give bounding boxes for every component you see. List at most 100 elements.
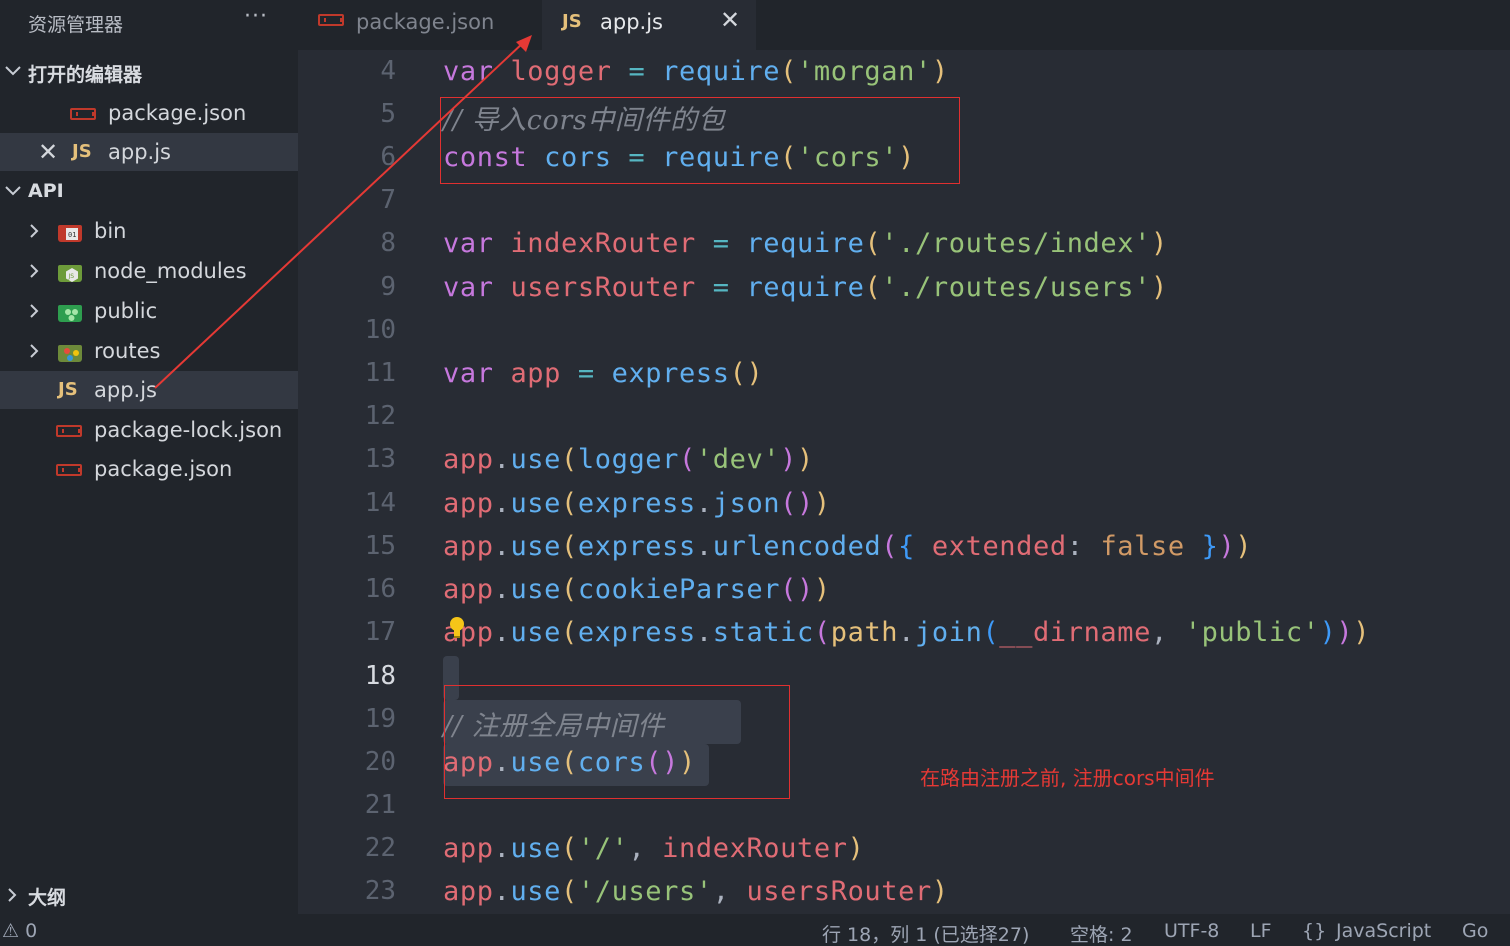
code-line: app.use('/', indexRouter) — [443, 833, 865, 864]
js-icon: JS — [58, 379, 78, 400]
line-number: 11 — [364, 358, 396, 388]
open-editor-label: app.js — [108, 140, 171, 164]
line-number: 23 — [364, 876, 396, 906]
close-icon[interactable]: ✕ — [720, 6, 740, 34]
line-number: 15 — [364, 531, 396, 561]
open-editor-item[interactable]: package.json — [0, 94, 298, 132]
chevron-right-icon — [8, 888, 17, 902]
tree-item-label: routes — [94, 339, 161, 363]
close-icon[interactable]: ✕ — [38, 138, 58, 166]
lightbulb-icon[interactable] — [448, 616, 466, 640]
code-line: var usersRouter = require('./routes/user… — [443, 272, 1168, 303]
tab-label: package.json — [356, 10, 495, 34]
bin-folder-icon: 01 — [58, 225, 82, 242]
tab-bar: package.json JS app.js ✕ — [298, 0, 1510, 50]
line-ending[interactable]: LF — [1250, 920, 1272, 942]
outline-label: 大纲 — [28, 887, 67, 909]
annotation-note: 在路由注册之前, 注册cors中间件 — [920, 766, 1215, 790]
code-line: app.use(logger('dev')) — [443, 444, 814, 475]
line-number: 6 — [380, 142, 396, 172]
code-line: app.use(cookieParser()) — [443, 574, 831, 605]
tree-item-routes[interactable]: routes — [0, 332, 298, 370]
json-icon — [318, 14, 344, 26]
status-bar: ⚠ 0 行 18，列 1 (已选择27) 空格: 2 UTF-8 LF {} J… — [0, 914, 1510, 946]
code-line: var indexRouter = require('./routes/inde… — [443, 228, 1168, 259]
line-number: 4 — [380, 56, 396, 86]
routes-folder-icon — [58, 345, 82, 362]
line-number: 22 — [364, 833, 396, 863]
extra-status[interactable]: Go — [1462, 920, 1488, 942]
chevron-down-icon — [5, 66, 21, 76]
line-number: 5 — [380, 99, 396, 129]
line-number: 9 — [380, 272, 396, 302]
explorer-sidebar: 资源管理器 ··· 打开的编辑器 package.json ✕ JS app.j… — [0, 0, 298, 914]
tab-label: app.js — [600, 10, 663, 34]
explorer-title: 资源管理器 — [28, 14, 124, 36]
line-number: 14 — [364, 488, 396, 518]
open-editor-label: package.json — [108, 101, 247, 125]
encoding[interactable]: UTF-8 — [1164, 920, 1219, 942]
public-folder-icon — [58, 305, 82, 322]
tree-item-label: bin — [94, 219, 127, 243]
line-number: 20 — [364, 747, 396, 777]
open-editors-section[interactable]: 打开的编辑器 — [0, 54, 298, 90]
chevron-right-icon — [30, 344, 39, 358]
problems-indicator[interactable]: ⚠ 0 — [2, 920, 37, 942]
tree-item-package-json[interactable]: package.json — [0, 450, 298, 488]
tree-item-label: app.js — [94, 378, 157, 402]
more-actions-icon[interactable]: ··· — [244, 4, 268, 29]
open-editor-item[interactable]: ✕ JS app.js — [0, 133, 298, 171]
tree-item-label: package-lock.json — [94, 418, 283, 442]
line-number-current: 18 — [364, 661, 396, 691]
tree-item-node-modules[interactable]: JS node_modules — [0, 252, 298, 290]
chevron-right-icon — [30, 224, 39, 238]
line-number: 10 — [364, 315, 396, 345]
code-line: var logger = require('morgan') — [443, 56, 949, 87]
cursor-position[interactable]: 行 18，列 1 (已选择27) — [822, 920, 1029, 946]
tree-item-label: package.json — [94, 457, 233, 481]
line-number: 21 — [364, 790, 396, 820]
line-number: 17 — [364, 617, 396, 647]
line-number: 12 — [364, 401, 396, 431]
explorer-header: 资源管理器 ··· — [0, 0, 298, 50]
json-icon — [56, 425, 82, 437]
chevron-right-icon — [30, 304, 39, 318]
code-line: app.use(express.urlencoded({ extended: f… — [443, 531, 1253, 562]
line-number: 19 — [364, 704, 396, 734]
indentation[interactable]: 空格: 2 — [1070, 920, 1133, 946]
project-label: API — [28, 180, 64, 202]
open-editors-label: 打开的编辑器 — [28, 64, 143, 86]
js-icon: JS — [72, 141, 92, 162]
annotation-box — [444, 685, 790, 799]
tree-item-bin[interactable]: 01 bin — [0, 212, 298, 250]
tree-item-label: public — [94, 299, 158, 323]
braces-icon: {} — [1302, 920, 1327, 942]
svg-text:01: 01 — [68, 231, 76, 239]
code-line: app.use(express.json()) — [443, 488, 831, 519]
js-icon: JS — [562, 11, 582, 32]
line-number: 13 — [364, 444, 396, 474]
line-number: 7 — [380, 185, 396, 215]
svg-text:JS: JS — [68, 273, 75, 280]
project-section[interactable]: API — [0, 174, 298, 210]
tree-item-app-js[interactable]: JS app.js — [0, 371, 298, 409]
code-editor[interactable]: 4 5 6 7 8 9 10 11 12 13 14 15 16 17 18 1… — [298, 50, 1510, 914]
line-number: 8 — [380, 228, 396, 258]
tab-app-js[interactable]: JS app.js ✕ — [542, 0, 756, 50]
chevron-right-icon — [30, 264, 39, 278]
json-icon — [70, 108, 96, 120]
outline-section[interactable]: 大纲 — [0, 878, 298, 914]
code-line: app.use(express.static(path.join(__dirna… — [443, 617, 1371, 648]
tab-package-json[interactable]: package.json — [298, 0, 542, 50]
language-mode[interactable]: JavaScript — [1336, 920, 1431, 942]
code-line: app.use('/users', usersRouter) — [443, 876, 949, 907]
line-number: 16 — [364, 574, 396, 604]
chevron-down-icon — [5, 186, 21, 196]
json-icon — [56, 464, 82, 476]
node-folder-icon: JS — [58, 265, 82, 282]
tree-item-package-lock[interactable]: package-lock.json — [0, 411, 298, 449]
tree-item-public[interactable]: public — [0, 292, 298, 330]
tree-item-label: node_modules — [94, 259, 247, 283]
annotation-box — [440, 97, 960, 184]
code-line: var app = express() — [443, 358, 764, 389]
